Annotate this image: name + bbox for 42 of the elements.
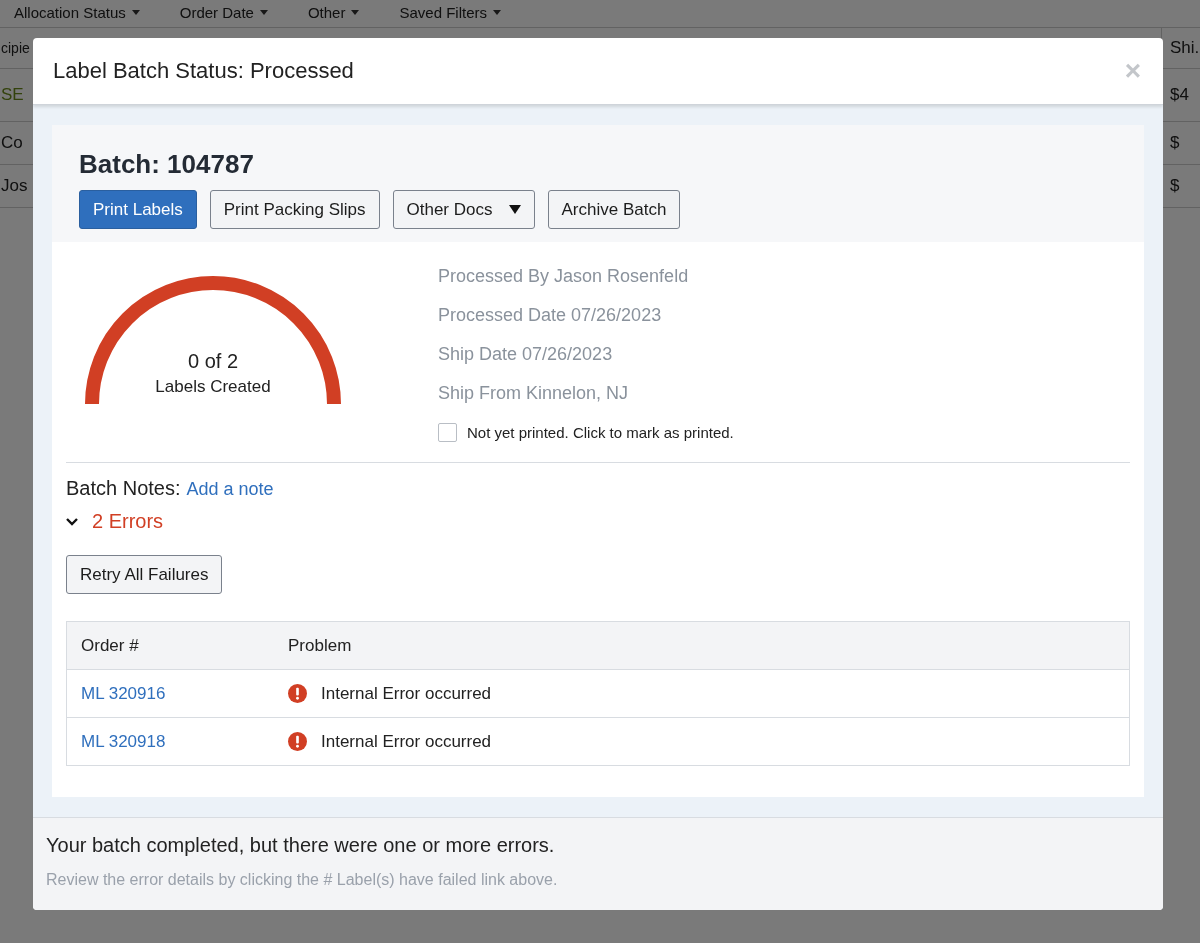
modal-title: Label Batch Status: Processed [53, 58, 354, 84]
table-cell-text: Co [0, 133, 24, 153]
filter-dropdown[interactable]: Allocation Status [14, 3, 140, 21]
caret-icon [131, 9, 140, 15]
batch-detail: Processed By Jason Rosenfeld [438, 266, 690, 288]
filter-dropdown[interactable]: Other [307, 3, 360, 21]
gauge-caption: Labels Created [155, 377, 271, 397]
caret-icon [259, 9, 268, 15]
caret-icon [351, 9, 360, 15]
action-button[interactable]: Print Packing Slips [209, 190, 380, 229]
table-cell-text: Jos [0, 176, 29, 196]
footer-message: Your batch completed, but there were one or more errors. [46, 834, 556, 857]
column-header: Problem [288, 621, 1130, 670]
add-note-link[interactable]: Add a note [186, 479, 274, 500]
footer-hint: Review the error details by clicking the # Label(s) have failed link above. [46, 871, 559, 889]
retry-button[interactable]: Retry All Failures [66, 555, 223, 594]
column-header: cipie [0, 40, 31, 56]
errors-toggle[interactable]: 2 Errors [92, 510, 164, 533]
problem-text: Internal Error occurred [321, 683, 492, 704]
batch-detail: Processed Date 07/26/2023 [438, 305, 663, 327]
caret-icon [508, 205, 521, 214]
chevron-icon[interactable] [66, 517, 78, 526]
error-icon [288, 684, 307, 703]
order-link[interactable]: ML 320916 [81, 683, 166, 703]
notes-label: Batch Notes: [66, 477, 181, 500]
batch-detail: Ship Date 07/26/2023 [438, 344, 614, 366]
column-header: Order # [66, 621, 288, 670]
batch-detail: Ship From Kinnelon, NJ [438, 383, 630, 405]
action-button[interactable]: Archive Batch [547, 190, 681, 229]
labels-count: 0 of 2 [187, 350, 238, 373]
action-button[interactable]: Other Docs [392, 190, 535, 229]
filter-dropdown[interactable]: Order Date [179, 3, 268, 21]
checkbox-label: Not yet printed. Click to mark as printed. [467, 424, 734, 441]
batch-title: Batch: 104787 [79, 149, 255, 180]
filter-dropdown[interactable]: Saved Filters [399, 3, 501, 21]
action-button[interactable]: Print Labels [79, 190, 197, 229]
problem-text: Internal Error occurred [321, 731, 492, 752]
table-cell-text: SE [0, 85, 25, 105]
error-icon [288, 732, 307, 751]
printed-checkbox[interactable] [438, 423, 457, 442]
caret-icon [493, 9, 501, 15]
order-link[interactable]: ML 320918 [81, 731, 166, 751]
